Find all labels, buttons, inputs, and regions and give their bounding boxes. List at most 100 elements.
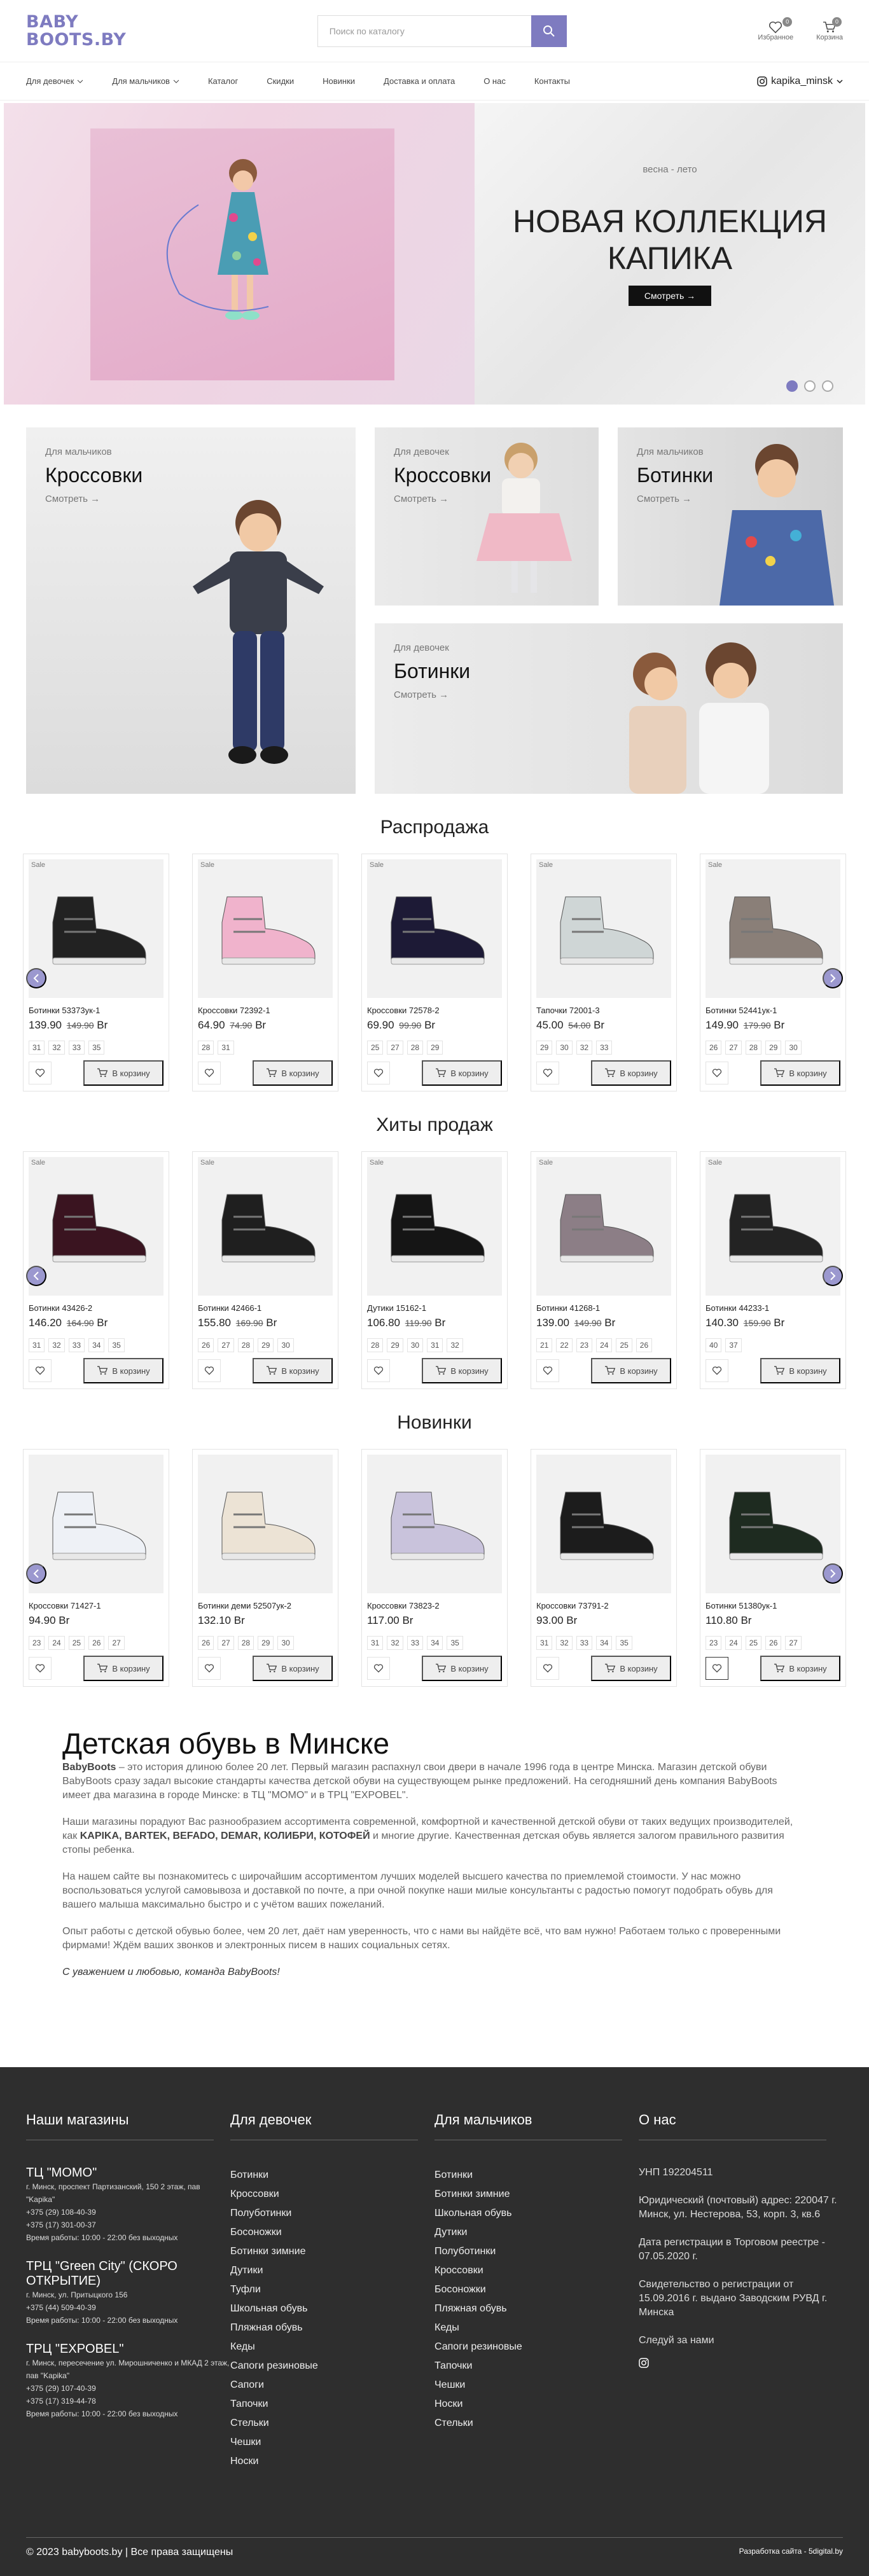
size-option[interactable]: 27 xyxy=(785,1636,802,1650)
size-option[interactable]: 32 xyxy=(576,1041,593,1055)
size-option[interactable]: 22 xyxy=(556,1338,573,1352)
category-girls-boots[interactable]: Для девочек Ботинки Смотреть → xyxy=(375,623,843,794)
site-logo[interactable]: BABY BOOTS.BY xyxy=(26,13,126,49)
search-input[interactable] xyxy=(317,15,531,47)
size-option[interactable]: 30 xyxy=(407,1338,424,1352)
product-image[interactable] xyxy=(536,1455,671,1593)
size-option[interactable]: 25 xyxy=(68,1636,85,1650)
size-option[interactable]: 33 xyxy=(596,1041,613,1055)
size-option[interactable]: 27 xyxy=(108,1636,125,1650)
slider-dot[interactable] xyxy=(804,380,816,392)
size-option[interactable]: 28 xyxy=(237,1636,254,1650)
add-to-favorites-button[interactable] xyxy=(367,1657,390,1680)
product-name[interactable]: Кроссовки 71427-1 xyxy=(29,1601,163,1610)
size-option[interactable]: 40 xyxy=(706,1338,722,1352)
add-to-cart-button[interactable]: В корзину xyxy=(253,1060,333,1086)
hero-cta-button[interactable]: Смотреть → xyxy=(628,285,712,306)
size-option[interactable]: 26 xyxy=(706,1041,722,1055)
footer-link[interactable]: Тапочки xyxy=(230,2395,434,2414)
product-image[interactable] xyxy=(367,1455,502,1593)
footer-link[interactable]: Сапоги xyxy=(230,2376,434,2395)
product-name[interactable]: Ботинки 41268-1 xyxy=(536,1303,671,1313)
add-to-cart-button[interactable]: В корзину xyxy=(760,1060,840,1086)
nav-item-girls[interactable]: Для девочек xyxy=(26,76,83,86)
size-option[interactable]: 30 xyxy=(277,1636,294,1650)
footer-link[interactable]: Босоножки xyxy=(434,2280,639,2299)
size-option[interactable]: 21 xyxy=(536,1338,553,1352)
product-image[interactable]: Sale xyxy=(367,1157,502,1296)
search-button[interactable] xyxy=(531,15,567,47)
footer-link[interactable]: Кроссовки xyxy=(230,2185,434,2204)
product-image[interactable] xyxy=(198,1455,333,1593)
size-option[interactable]: 34 xyxy=(427,1636,443,1650)
carousel-next-button[interactable] xyxy=(823,968,843,988)
footer-link[interactable]: Дутики xyxy=(230,2261,434,2280)
product-name[interactable]: Кроссовки 73823-2 xyxy=(367,1601,502,1610)
footer-instagram-link[interactable] xyxy=(639,2358,649,2370)
nav-item-contacts[interactable]: Контакты xyxy=(534,76,570,86)
footer-link[interactable]: Носки xyxy=(230,2452,434,2471)
product-image[interactable]: Sale xyxy=(198,859,333,998)
size-option[interactable]: 31 xyxy=(367,1636,384,1650)
size-option[interactable]: 35 xyxy=(616,1636,632,1650)
size-option[interactable]: 32 xyxy=(556,1636,573,1650)
add-to-cart-button[interactable]: В корзину xyxy=(591,1358,671,1383)
carousel-prev-button[interactable] xyxy=(26,1266,46,1286)
size-option[interactable]: 35 xyxy=(447,1636,463,1650)
add-to-favorites-button[interactable] xyxy=(367,1062,390,1084)
size-option[interactable]: 28 xyxy=(745,1041,762,1055)
size-option[interactable]: 27 xyxy=(218,1338,234,1352)
size-option[interactable]: 31 xyxy=(536,1636,553,1650)
product-image[interactable]: Sale xyxy=(536,859,671,998)
add-to-favorites-button[interactable] xyxy=(29,1062,52,1084)
product-image[interactable]: Sale xyxy=(29,1157,163,1296)
footer-link[interactable]: Ботинки зимние xyxy=(230,2242,434,2261)
add-to-cart-button[interactable]: В корзину xyxy=(253,1358,333,1383)
product-card[interactable]: Ботинки деми 52507ук-2 132.10 Br 26 27 28 29 3… xyxy=(192,1449,338,1687)
size-option[interactable]: 30 xyxy=(785,1041,802,1055)
add-to-favorites-button[interactable] xyxy=(198,1359,221,1382)
footer-link[interactable]: Чешки xyxy=(434,2376,639,2395)
add-to-favorites-button[interactable] xyxy=(367,1359,390,1382)
footer-link[interactable]: Ботинки зимние xyxy=(434,2185,639,2204)
add-to-favorites-button[interactable] xyxy=(706,1657,728,1680)
size-option[interactable]: 28 xyxy=(237,1338,254,1352)
size-option[interactable]: 29 xyxy=(387,1338,403,1352)
size-option[interactable]: 30 xyxy=(277,1338,294,1352)
category-boys-boots[interactable]: Для мальчиков Ботинки Смотреть → xyxy=(618,427,843,606)
product-image[interactable] xyxy=(29,1455,163,1593)
size-option[interactable]: 29 xyxy=(427,1041,443,1055)
add-to-cart-button[interactable]: В корзину xyxy=(760,1656,840,1681)
size-option[interactable]: 26 xyxy=(88,1636,105,1650)
size-option[interactable]: 24 xyxy=(48,1636,65,1650)
size-option[interactable]: 29 xyxy=(536,1041,553,1055)
nav-item-boys[interactable]: Для мальчиков xyxy=(112,76,179,86)
size-option[interactable]: 27 xyxy=(725,1041,742,1055)
size-option[interactable]: 32 xyxy=(387,1636,403,1650)
size-option[interactable]: 32 xyxy=(447,1338,463,1352)
product-name[interactable]: Ботинки 43426-2 xyxy=(29,1303,163,1313)
footer-link[interactable]: Стельки xyxy=(434,2414,639,2433)
product-image[interactable]: Sale xyxy=(536,1157,671,1296)
product-card[interactable]: Sale Ботинки 42466-1 155.80 169.90 Br 26 27 2… xyxy=(192,1151,338,1389)
size-option[interactable]: 25 xyxy=(367,1041,384,1055)
product-name[interactable]: Кроссовки 73791-2 xyxy=(536,1601,671,1610)
add-to-cart-button[interactable]: В корзину xyxy=(83,1060,163,1086)
size-option[interactable]: 26 xyxy=(636,1338,653,1352)
carousel-prev-button[interactable] xyxy=(26,968,46,988)
size-option[interactable]: 27 xyxy=(387,1041,403,1055)
size-option[interactable]: 33 xyxy=(576,1636,593,1650)
footer-link[interactable]: Пляжная обувь xyxy=(434,2299,639,2318)
size-option[interactable]: 25 xyxy=(616,1338,632,1352)
size-option[interactable]: 35 xyxy=(88,1041,105,1055)
favorites-link[interactable]: 0 Избранное xyxy=(758,17,793,41)
size-option[interactable]: 26 xyxy=(765,1636,782,1650)
footer-link[interactable]: Тапочки xyxy=(434,2357,639,2376)
size-option[interactable]: 32 xyxy=(48,1338,65,1352)
developer-link[interactable]: Разработка сайта - 5digital.by xyxy=(739,2547,843,2558)
size-option[interactable]: 34 xyxy=(88,1338,105,1352)
product-card[interactable]: Sale Кроссовки 72578-2 69.90 99.90 Br 25 27 2… xyxy=(361,854,508,1091)
footer-link[interactable]: Сапоги резиновые xyxy=(434,2337,639,2357)
size-option[interactable]: 23 xyxy=(576,1338,593,1352)
size-option[interactable]: 31 xyxy=(427,1338,443,1352)
